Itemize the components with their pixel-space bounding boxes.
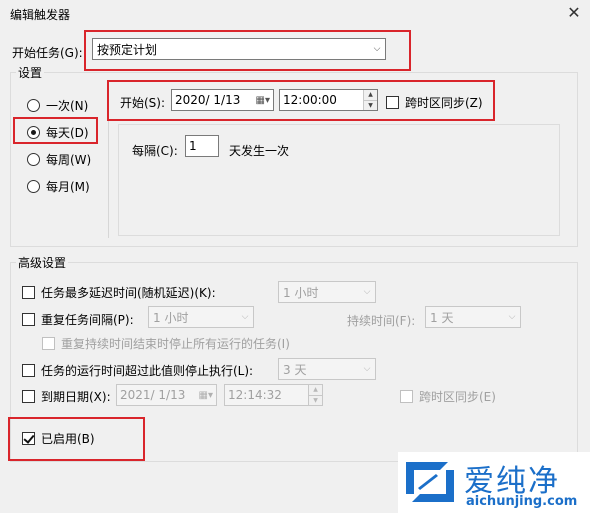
highlight-start (107, 80, 495, 121)
every-input[interactable]: 1 (185, 135, 219, 157)
duration-value: 1 天 (430, 310, 454, 325)
every-value: 1 (189, 139, 197, 153)
expire-sync-box[interactable] (400, 390, 413, 403)
expire-box[interactable] (22, 390, 35, 403)
delay-label: 任务最多延迟时间(随机延迟)(K): (41, 286, 216, 300)
stop-if-select[interactable]: 3 天 ⌵ (278, 358, 376, 380)
repeat-checkbox[interactable]: 重复任务间隔(P): (22, 311, 134, 328)
chevron-down-icon: ⌵ (508, 312, 516, 322)
calendar-icon[interactable]: ▦▾ (199, 390, 216, 401)
expire-checkbox[interactable]: 到期日期(X): (22, 388, 111, 405)
spin-down-icon[interactable]: ▼ (309, 395, 322, 405)
repeat-label: 重复任务间隔(P): (41, 313, 134, 327)
radio-monthly-label: 每月(M) (46, 180, 90, 194)
stop-all-checkbox[interactable]: 重复持续时间结束时停止所有运行的任务(I) (42, 335, 290, 352)
duration-label: 持续时间(F): (347, 314, 416, 328)
expire-sync-checkbox[interactable]: 跨时区同步(E) (400, 388, 496, 405)
expire-label: 到期日期(X): (41, 390, 111, 404)
chevron-down-icon: ⌵ (241, 312, 249, 322)
radio-once-indicator[interactable] (27, 99, 40, 112)
stop-if-box[interactable] (22, 364, 35, 377)
chevron-down-icon: ⌵ (363, 364, 371, 374)
expire-sync-label: 跨时区同步(E) (419, 390, 496, 404)
every-unit: 天发生一次 (229, 144, 290, 158)
window-title: 编辑触发器 (10, 8, 71, 22)
delay-box[interactable] (22, 286, 35, 299)
stop-all-label: 重复持续时间结束时停止所有运行的任务(I) (61, 337, 290, 351)
stop-if-value: 3 天 (283, 362, 307, 377)
expire-time-value: 12:14:32 (228, 388, 282, 402)
stop-all-box[interactable] (42, 337, 55, 350)
expire-time-field[interactable]: 12:14:32 ▲ ▼ (224, 384, 323, 406)
radio-once[interactable]: 一次(N) (27, 97, 88, 114)
expire-date-picker[interactable]: 2021/ 1/13 ▦▾ (116, 384, 217, 406)
radio-monthly-indicator[interactable] (27, 180, 40, 193)
chevron-down-icon: ⌵ (363, 287, 371, 297)
repeat-select[interactable]: 1 小时 ⌵ (148, 306, 254, 328)
radio-weekly[interactable]: 每周(W) (27, 151, 91, 168)
watermark: 爱纯净 aichunjing.com (398, 452, 590, 513)
expire-date-value: 2021/ 1/13 (120, 388, 186, 402)
radio-weekly-indicator[interactable] (27, 153, 40, 166)
advanced-legend: 高级设置 (16, 254, 69, 271)
close-icon[interactable]: ✕ (566, 3, 582, 22)
repeat-box[interactable] (22, 313, 35, 326)
radio-monthly[interactable]: 每月(M) (27, 178, 90, 195)
delay-checkbox[interactable]: 任务最多延迟时间(随机延迟)(K): (22, 284, 216, 301)
begin-task-label: 开始任务(G): (12, 46, 83, 60)
settings-legend: 设置 (16, 64, 45, 81)
duration-select[interactable]: 1 天 ⌵ (425, 306, 521, 328)
expire-time-spinner[interactable]: ▲ ▼ (308, 385, 322, 405)
highlight-daily (13, 117, 98, 144)
highlight-begin-task (84, 30, 411, 71)
highlight-enabled (8, 417, 145, 461)
stop-if-label: 任务的运行时间超过此值则停止执行(L): (41, 364, 254, 378)
radio-once-label: 一次(N) (46, 99, 89, 113)
delay-select[interactable]: 1 小时 ⌵ (278, 281, 376, 303)
repeat-value: 1 小时 (153, 310, 189, 325)
watermark-url: aichunjing.com (466, 494, 578, 509)
stop-if-checkbox[interactable]: 任务的运行时间超过此值则停止执行(L): (22, 362, 253, 379)
radio-weekly-label: 每周(W) (46, 153, 92, 167)
every-label: 每隔(C): (132, 144, 178, 158)
delay-value: 1 小时 (283, 285, 319, 300)
spin-up-icon[interactable]: ▲ (309, 385, 322, 396)
watermark-logo-icon (406, 462, 454, 502)
